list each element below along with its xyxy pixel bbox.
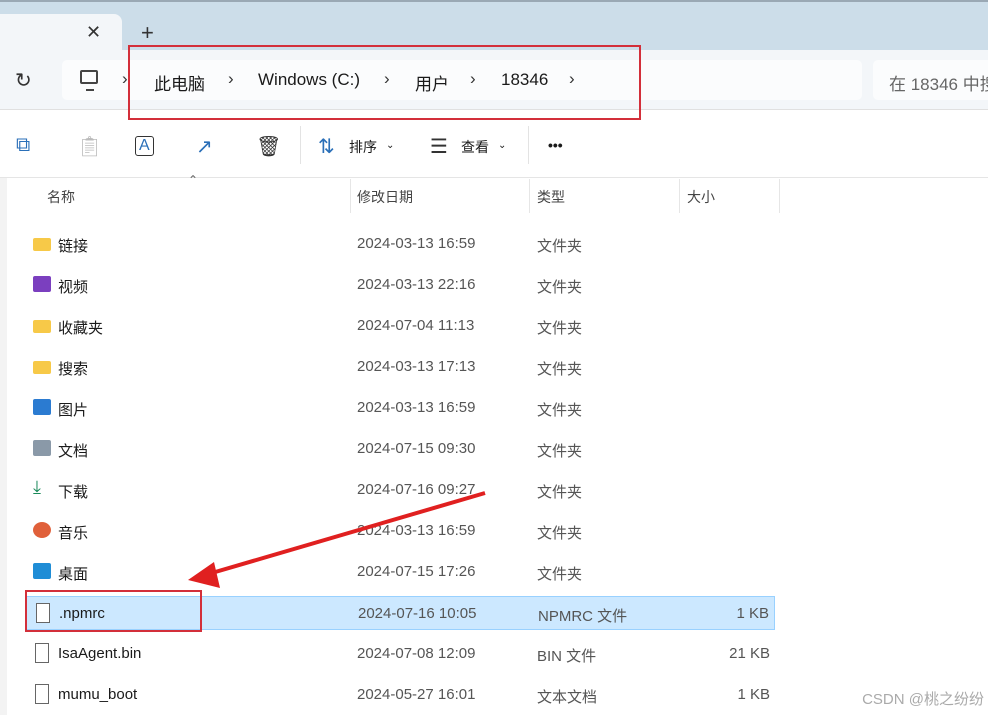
watermark: CSDN @桃之纷纷 bbox=[862, 691, 984, 708]
annotation-arrow bbox=[188, 491, 486, 588]
